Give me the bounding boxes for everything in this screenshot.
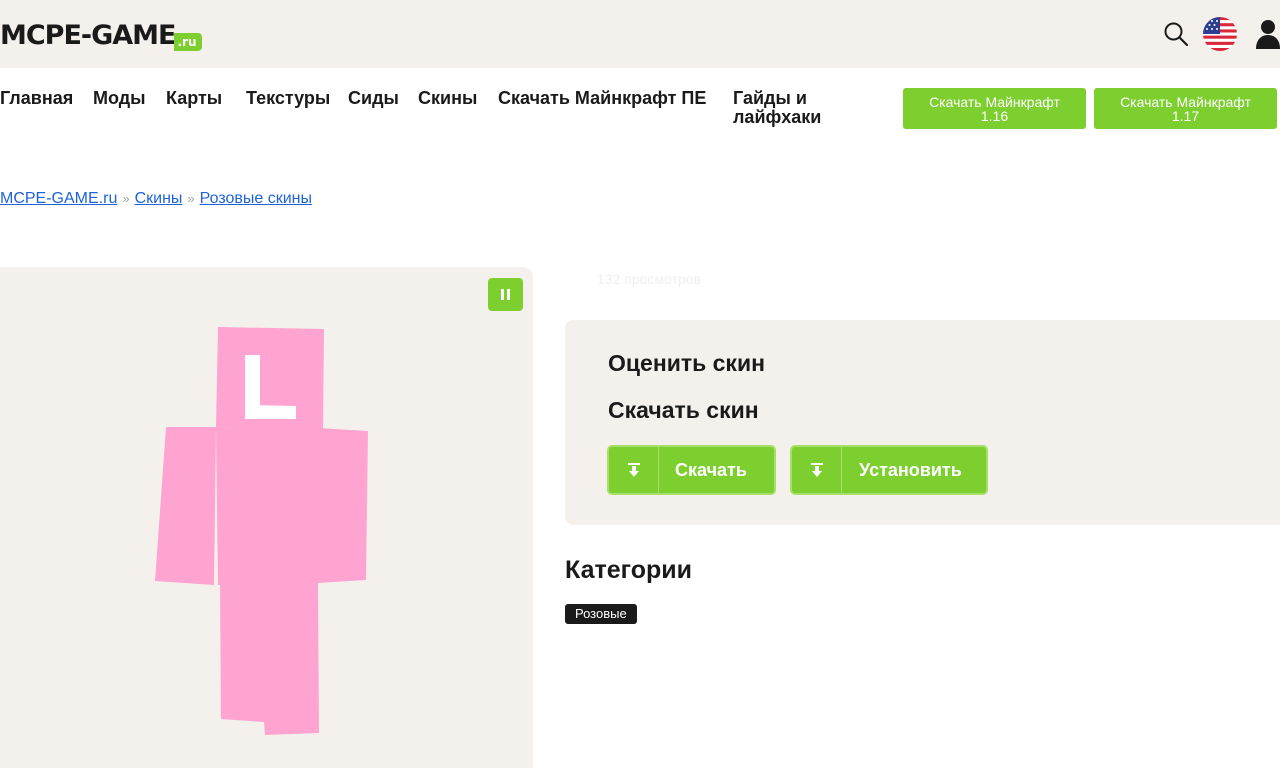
nav-item-home[interactable]: Главная <box>0 89 73 108</box>
pause-button[interactable] <box>488 278 523 311</box>
main-nav: Главная Моды Карты Текстуры Сиды Скины С… <box>0 68 1280 138</box>
site-header: MCPE-GAME .ru <box>0 0 1280 68</box>
views-count: 132 просмотров <box>597 271 701 287</box>
nav-item-textures[interactable]: Текстуры <box>246 89 330 108</box>
download-button[interactable]: Скачать <box>607 445 776 495</box>
breadcrumb-skins[interactable]: Скины <box>135 190 183 207</box>
download-117-button[interactable]: Скачать Майнкрафт 1.17 <box>1094 88 1277 129</box>
download-label: Скачать <box>675 459 747 480</box>
rate-skin-title: Оценить скин <box>608 350 765 376</box>
categories-title: Категории <box>565 556 692 584</box>
logo-text: MCPE-GAME <box>0 20 176 51</box>
nav-item-guides[interactable]: Гайды и лайфхаки <box>733 89 863 127</box>
nav-item-skins[interactable]: Скины <box>418 89 477 108</box>
install-label: Установить <box>859 459 962 480</box>
breadcrumb-home[interactable]: MCPE-GAME.ru <box>0 190 117 207</box>
nav-item-seeds[interactable]: Сиды <box>348 89 399 108</box>
nav-item-maps[interactable]: Карты <box>166 89 222 108</box>
user-icon[interactable] <box>1256 18 1280 50</box>
nav-item-mods[interactable]: Моды <box>93 89 146 108</box>
breadcrumb: MCPE-GAME.ru » Скины » Розовые скины <box>0 189 312 209</box>
breadcrumb-pink-skins[interactable]: Розовые скины <box>200 190 312 207</box>
site-logo[interactable]: MCPE-GAME .ru <box>0 18 202 52</box>
skin-preview-panel <box>0 267 533 768</box>
header-icons <box>1161 14 1280 54</box>
pause-icon <box>507 289 510 300</box>
breadcrumb-separator: » <box>187 191 195 206</box>
skin-actions-card: Оценить скин Скачать скин Скачать Устано… <box>565 320 1280 525</box>
category-tag[interactable]: Розовые <box>565 604 637 624</box>
logo-suffix: .ru <box>173 33 202 51</box>
skin-model[interactable] <box>0 267 533 768</box>
us-flag-icon[interactable] <box>1202 16 1238 52</box>
search-icon[interactable] <box>1161 19 1191 49</box>
install-icon <box>792 447 842 493</box>
download-icon <box>609 447 659 493</box>
nav-item-download-mcpe[interactable]: Скачать Майнкрафт ПЕ <box>498 89 708 108</box>
download-skin-title: Скачать скин <box>608 397 759 423</box>
pause-icon <box>501 289 504 300</box>
download-116-button[interactable]: Скачать Майнкрафт 1.16 <box>903 88 1086 129</box>
breadcrumb-separator: » <box>122 191 130 206</box>
install-button[interactable]: Установить <box>790 445 988 495</box>
